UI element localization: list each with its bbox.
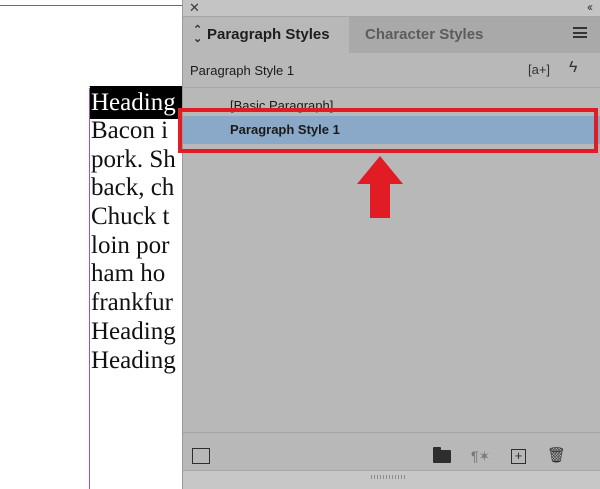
panel-title-bar[interactable]: ✕ ‹‹ [183,0,600,17]
panel-tab-bar: ⌃ ⌄ Paragraph Styles Character Styles [183,17,600,53]
panel-resize-strip[interactable] [183,470,600,489]
quick-apply-icon[interactable]: ϟ [569,59,577,77]
clear-overrides-icon[interactable]: ¶✶ [471,447,490,465]
current-style-name: Paragraph Style 1 [190,63,295,78]
load-styles-icon[interactable] [192,448,210,464]
close-icon[interactable]: ✕ [189,1,200,15]
collapse-icon[interactable]: ‹‹ [587,0,593,14]
tab-label: Character Styles [365,26,484,43]
tab-label: Paragraph Styles [207,26,330,43]
paragraph-styles-panel: ✕ ‹‹ ⌃ ⌄ Paragraph Styles Character Style… [182,0,600,489]
highlight-annotation-box [178,108,598,153]
resize-grip-icon[interactable] [371,475,407,479]
up-arrow-annotation-icon [357,156,403,218]
tab-character-styles[interactable]: Character Styles [349,17,503,53]
create-new-style-icon[interactable]: + [511,449,526,464]
panel-menu-icon[interactable] [573,27,587,39]
trash-icon[interactable]: 🗑 [547,447,566,465]
tab-paragraph-styles[interactable]: ⌃ ⌄ Paragraph Styles [183,17,349,53]
current-style-row: Paragraph Style 1 [a+] ϟ [183,53,600,87]
updown-arrows-icon: ⌃ ⌄ [193,24,203,45]
selected-heading-text[interactable]: Heading [90,86,182,119]
new-style-from-selection-icon[interactable]: [a+] [528,61,550,79]
new-style-group-icon[interactable] [433,447,451,463]
